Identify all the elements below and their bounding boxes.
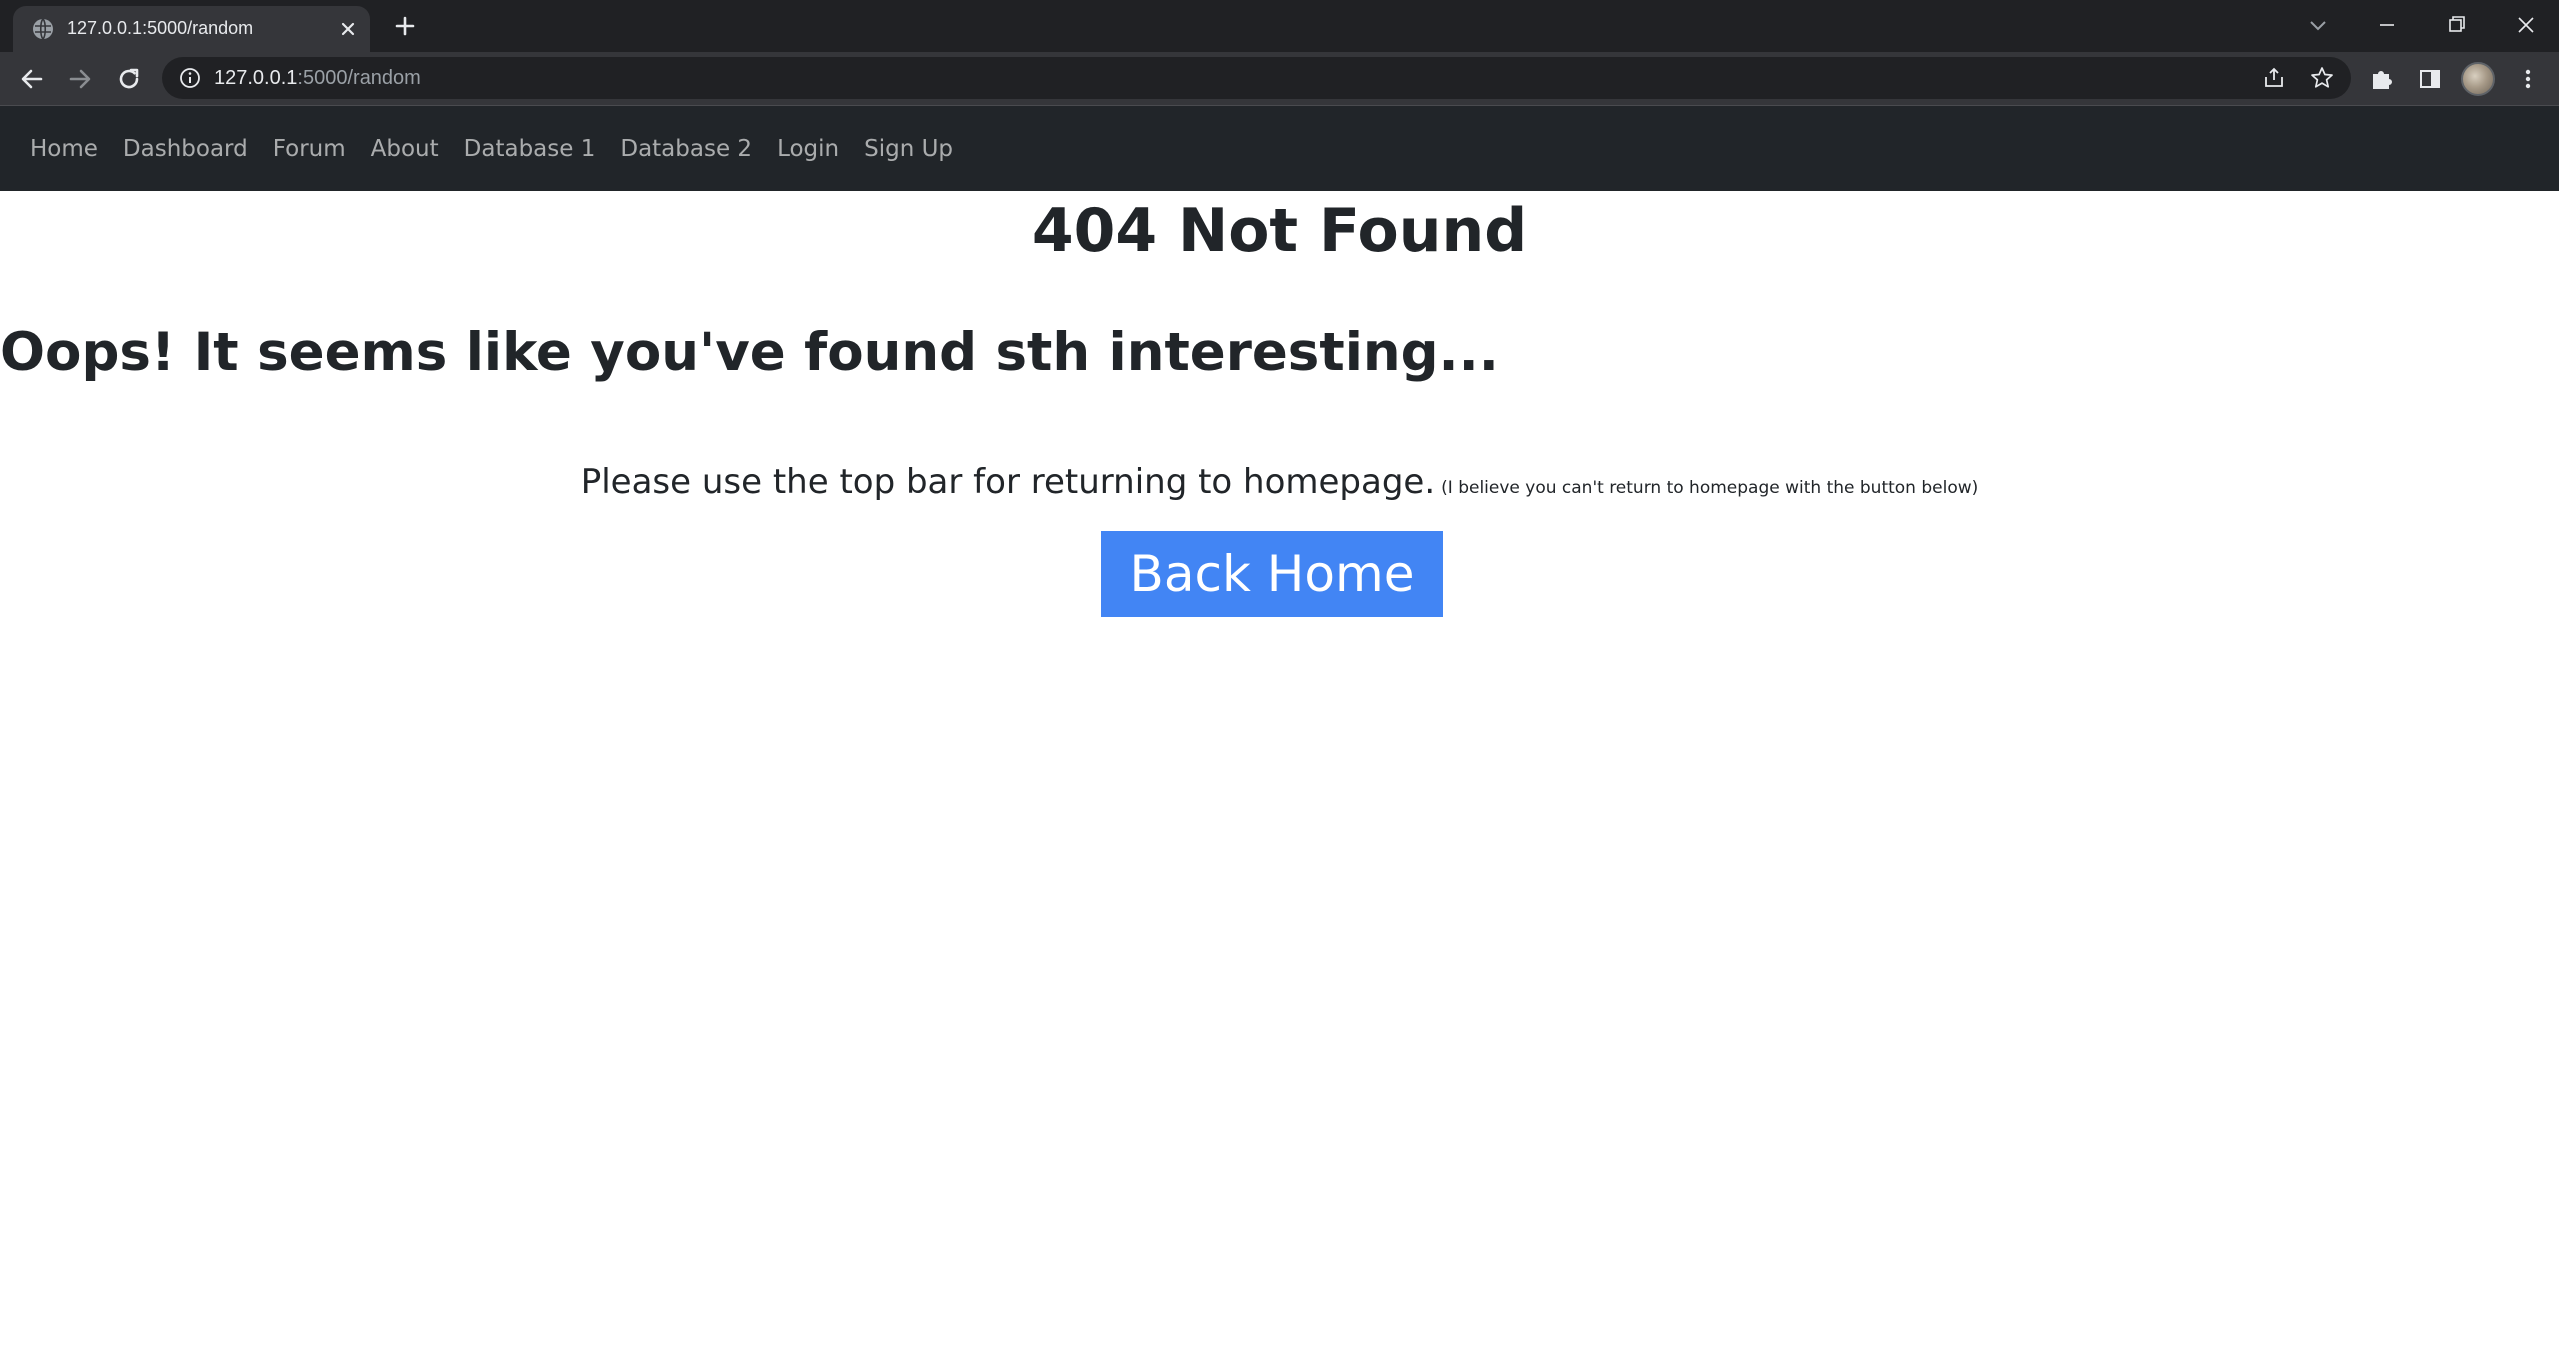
site-navbar: Home Dashboard Forum About Database 1 Da… [0,106,2559,191]
close-icon[interactable] [335,16,361,42]
instruction-main: Please use the top bar for returning to … [580,462,1436,502]
reload-icon[interactable] [111,61,147,97]
minimize-icon[interactable] [2370,8,2404,42]
nav-link-dashboard[interactable]: Dashboard [123,136,248,162]
side-panel-icon[interactable] [2412,61,2448,97]
back-home-button[interactable]: Back Home [1101,531,1443,617]
browser-tab[interactable]: 127.0.0.1:5000/random [13,6,370,52]
url-text[interactable]: 127.0.0.1:5000/random [214,65,421,91]
restore-icon[interactable] [2440,8,2474,42]
nav-link-login[interactable]: Login [777,136,839,162]
nav-link-database-2[interactable]: Database 2 [620,136,752,162]
tab-title: 127.0.0.1:5000/random [67,18,254,38]
page-title: 404 Not Found [1031,196,1528,266]
instruction-text: Please use the top bar for returning to … [0,458,2559,512]
instruction-small: (I believe you can't return to homepage … [1441,478,1979,498]
page-subtitle: Oops! It seems like you've found sth int… [0,322,1499,383]
info-icon[interactable] [178,66,202,90]
window-close-icon[interactable] [2509,8,2543,42]
nav-links: Home Dashboard Forum About Database 1 Da… [30,106,978,191]
nav-link-sign-up[interactable]: Sign Up [864,136,953,162]
tab-strip: 127.0.0.1:5000/random [0,0,2559,52]
avatar[interactable] [2461,62,2495,96]
url-path: :5000/random [297,67,421,89]
kebab-menu-icon[interactable] [2510,61,2546,97]
nav-link-database-1[interactable]: Database 1 [464,136,596,162]
back-arrow-icon[interactable] [14,61,50,97]
nav-link-about[interactable]: About [371,136,439,162]
url-host: 127.0.0.1 [214,67,298,89]
address-bar[interactable]: 127.0.0.1:5000/random [162,57,2351,99]
forward-arrow-icon[interactable] [62,61,98,97]
nav-link-forum[interactable]: Forum [273,136,346,162]
nav-link-home[interactable]: Home [30,136,98,162]
globe-icon [33,18,53,40]
chevron-down-icon[interactable] [2301,8,2335,42]
puzzle-icon[interactable] [2364,61,2400,97]
star-icon[interactable] [2309,65,2335,91]
browser-toolbar: 127.0.0.1:5000/random [0,52,2559,105]
share-icon[interactable] [2261,65,2287,91]
plus-icon[interactable] [390,11,420,41]
